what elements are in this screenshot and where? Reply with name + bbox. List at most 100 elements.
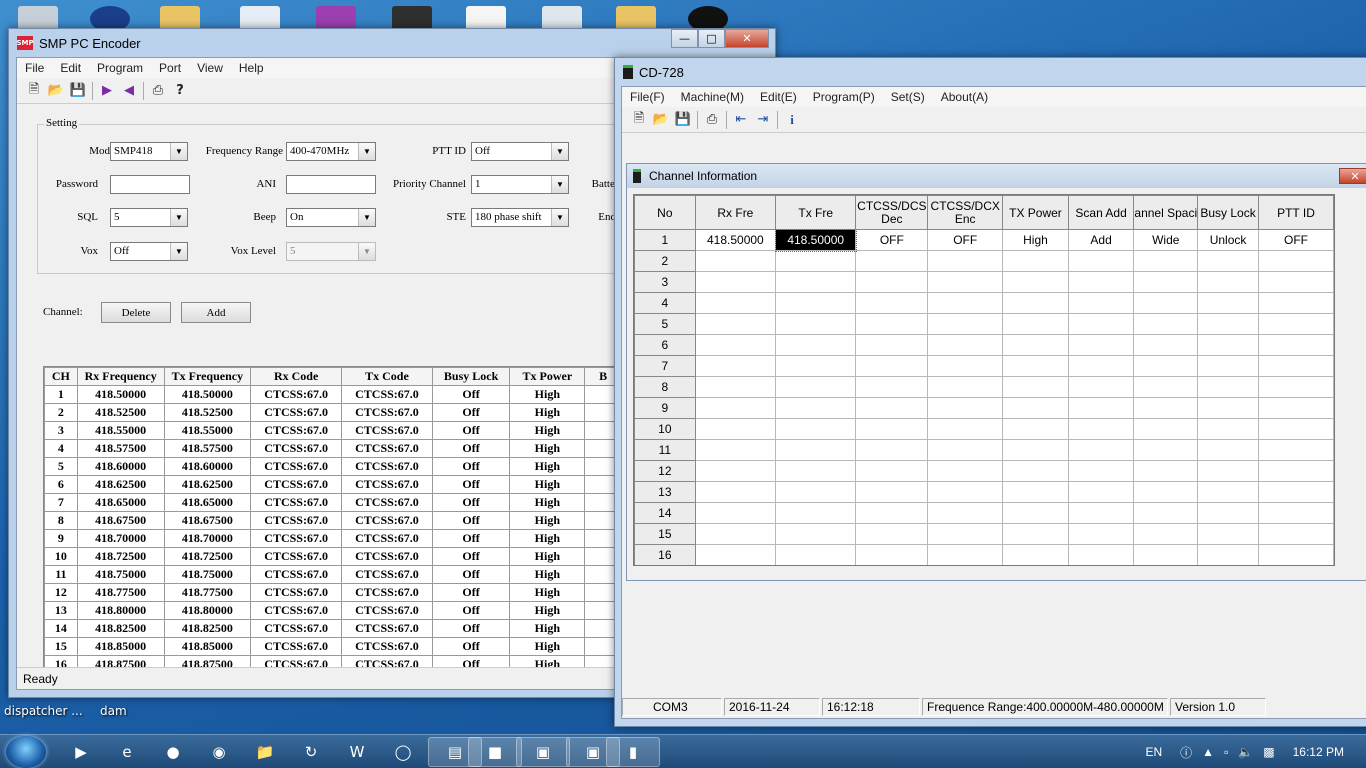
- table-cell[interactable]: [927, 271, 1004, 293]
- table-cell[interactable]: High: [509, 475, 586, 494]
- table-row[interactable]: 8 418.67500 418.67500 CTCSS:67.0 CTCSS:67.0 O…: [44, 511, 622, 530]
- table-cell[interactable]: [775, 502, 857, 524]
- table-cell[interactable]: [855, 418, 929, 440]
- table-row[interactable]: 11: [634, 439, 1334, 461]
- menu-program[interactable]: Program: [89, 61, 151, 75]
- column-header[interactable]: PTT ID: [1257, 195, 1334, 230]
- menu-edit[interactable]: Edit(E): [752, 90, 805, 104]
- table-cell[interactable]: 418.75000: [76, 565, 165, 584]
- table-cell[interactable]: [927, 397, 1004, 419]
- table-cell[interactable]: [855, 271, 929, 293]
- table-cell[interactable]: [775, 397, 857, 419]
- table-cell[interactable]: 418.52500: [76, 403, 165, 422]
- table-cell[interactable]: [1257, 481, 1334, 503]
- save-icon[interactable]: 💾: [672, 110, 694, 130]
- table-cell[interactable]: [1067, 481, 1135, 503]
- table-cell[interactable]: [1197, 355, 1259, 377]
- table-cell[interactable]: [1067, 292, 1135, 314]
- desktop-caption[interactable]: dispatcher ...: [4, 704, 83, 718]
- table-cell[interactable]: Off: [431, 583, 511, 602]
- table-row[interactable]: 15 418.85000 418.85000 CTCSS:67.0 CTCSS:67.0…: [44, 637, 622, 656]
- close-icon[interactable]: ✕: [1339, 168, 1366, 184]
- table-cell[interactable]: CTCSS:67.0: [250, 583, 343, 602]
- table-cell[interactable]: High: [509, 439, 586, 458]
- table-row[interactable]: 1 418.50000 418.50000 OFF OFF High Add W…: [634, 228, 1334, 252]
- table-cell[interactable]: High: [509, 493, 586, 512]
- table-cell[interactable]: 9: [634, 397, 696, 419]
- network-app-icon[interactable]: ▣: [516, 737, 570, 767]
- table-cell[interactable]: [1197, 397, 1259, 419]
- menu-view[interactable]: View: [189, 61, 231, 75]
- table-cell[interactable]: CTCSS:67.0: [250, 619, 343, 638]
- selected-cell[interactable]: 418.50000: [774, 228, 857, 252]
- table-cell[interactable]: [775, 439, 857, 461]
- table-cell[interactable]: [775, 460, 857, 482]
- table-cell[interactable]: [1133, 502, 1199, 524]
- table-cell[interactable]: [694, 502, 777, 524]
- menu-port[interactable]: Port: [151, 61, 189, 75]
- column-header[interactable]: CTCSS/DCS Dec: [855, 195, 929, 230]
- table-cell[interactable]: 6: [44, 475, 78, 494]
- new-file-icon[interactable]: 🗎: [628, 110, 650, 130]
- start-button[interactable]: [6, 736, 46, 768]
- minimize-button[interactable]: —: [671, 29, 698, 48]
- password-field[interactable]: [110, 175, 190, 194]
- table-row[interactable]: 10: [634, 418, 1334, 440]
- table-row[interactable]: 6: [634, 334, 1334, 356]
- help-icon[interactable]: ?: [169, 81, 191, 101]
- desktop-caption[interactable]: dam: [100, 704, 127, 718]
- table-cell[interactable]: [1002, 439, 1069, 461]
- add-button[interactable]: Add: [181, 302, 251, 323]
- table-cell[interactable]: [694, 397, 777, 419]
- table-cell[interactable]: CTCSS:67.0: [250, 565, 343, 584]
- table-cell[interactable]: Unlock: [1197, 229, 1259, 251]
- vox-select[interactable]: Off ▼: [110, 242, 188, 261]
- table-cell[interactable]: [1067, 397, 1135, 419]
- menu-help[interactable]: Help: [231, 61, 272, 75]
- table-cell[interactable]: CTCSS:67.0: [250, 475, 343, 494]
- table-cell[interactable]: CTCSS:67.0: [341, 403, 433, 422]
- table-row[interactable]: 3 418.55000 418.55000 CTCSS:67.0 CTCSS:67.0 O…: [44, 421, 622, 440]
- table-cell[interactable]: [1133, 292, 1199, 314]
- table-cell[interactable]: 11: [44, 565, 78, 584]
- table-cell[interactable]: 12: [634, 460, 696, 482]
- table-cell[interactable]: [775, 271, 857, 293]
- menu-machine[interactable]: Machine(M): [673, 90, 752, 104]
- table-cell[interactable]: 418.70000: [76, 529, 165, 548]
- column-header[interactable]: Busy Lock: [1197, 195, 1259, 230]
- table-cell[interactable]: High: [509, 547, 586, 566]
- table-cell[interactable]: [855, 355, 929, 377]
- table-cell[interactable]: 418.50000: [694, 229, 777, 251]
- table-cell[interactable]: CTCSS:67.0: [341, 619, 433, 638]
- table-cell[interactable]: [1002, 355, 1069, 377]
- table-row[interactable]: 5: [634, 313, 1334, 335]
- table-cell[interactable]: 13: [44, 601, 78, 620]
- table-cell[interactable]: [1133, 313, 1199, 335]
- column-header[interactable]: Tx Frequency: [163, 367, 252, 386]
- table-cell[interactable]: [927, 418, 1004, 440]
- table-cell[interactable]: 14: [44, 619, 78, 638]
- table-cell[interactable]: [1257, 397, 1334, 419]
- table-cell[interactable]: OFF: [1257, 229, 1334, 251]
- table-cell[interactable]: [694, 250, 777, 272]
- table-cell[interactable]: [1257, 544, 1334, 565]
- table-cell[interactable]: [927, 481, 1004, 503]
- ani-field[interactable]: [286, 175, 376, 194]
- table-cell[interactable]: CTCSS:67.0: [250, 439, 343, 458]
- table-cell[interactable]: [1133, 355, 1199, 377]
- table-cell[interactable]: [927, 250, 1004, 272]
- table-cell[interactable]: 14: [634, 502, 696, 524]
- table-cell[interactable]: [1002, 292, 1069, 314]
- read-radio-icon[interactable]: ▶: [96, 81, 118, 101]
- table-row[interactable]: 7 418.65000 418.65000 CTCSS:67.0 CTCSS:67.0 O…: [44, 493, 622, 512]
- table-cell[interactable]: [855, 334, 929, 356]
- table-cell[interactable]: [1067, 502, 1135, 524]
- table-cell[interactable]: [1002, 502, 1069, 524]
- help-icon[interactable]: ⓘ: [1180, 744, 1192, 761]
- table-cell[interactable]: [1257, 334, 1334, 356]
- frequency-range-select[interactable]: 400-470MHz ▼: [286, 142, 376, 161]
- table-cell[interactable]: 7: [634, 355, 696, 377]
- table-cell[interactable]: 418.80000: [76, 601, 165, 620]
- print-icon[interactable]: ⎙: [701, 110, 723, 130]
- table-cell[interactable]: 418.77500: [76, 583, 165, 602]
